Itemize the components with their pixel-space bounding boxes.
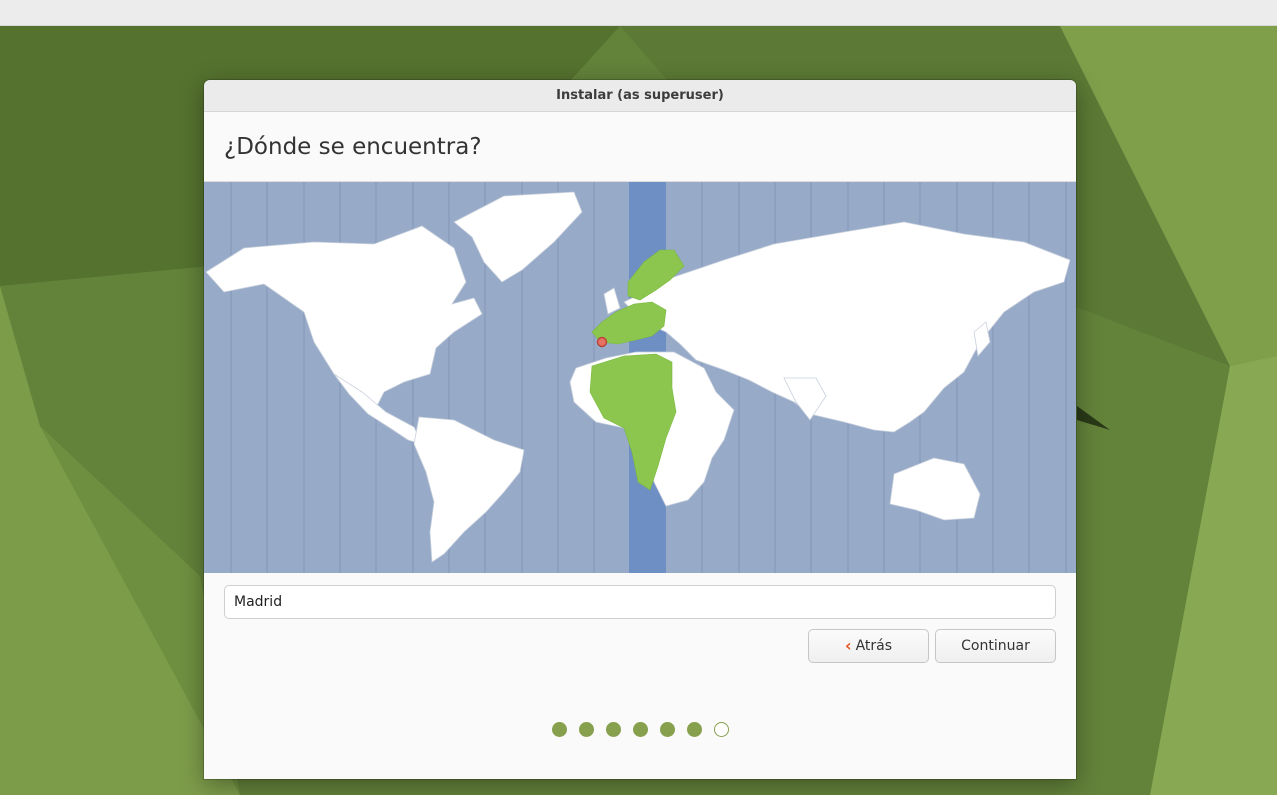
back-button-label: Atrás <box>855 638 893 654</box>
back-button[interactable]: ‹ Atrás <box>808 629 929 663</box>
chevron-left-icon: ‹ <box>844 636 852 655</box>
window-title: Instalar (as superuser) <box>204 80 1076 112</box>
timezone-map[interactable] <box>204 182 1076 573</box>
location-input[interactable] <box>224 585 1056 619</box>
progress-indicator <box>204 722 1076 737</box>
continue-button-label: Continuar <box>961 638 1030 654</box>
continue-button[interactable]: Continuar <box>935 629 1056 663</box>
progress-dot <box>686 722 702 737</box>
progress-dot <box>659 722 675 737</box>
progress-dot <box>632 722 648 737</box>
top-bar <box>0 0 1277 26</box>
progress-dot <box>578 722 594 737</box>
page-title: ¿Dónde se encuentra? <box>204 112 1076 182</box>
location-pin-icon <box>596 336 608 348</box>
progress-dot <box>605 722 621 737</box>
progress-dot-current <box>713 722 729 737</box>
progress-dot <box>551 722 567 737</box>
installer-window: Instalar (as superuser) ¿Dónde se encuen… <box>204 80 1076 779</box>
